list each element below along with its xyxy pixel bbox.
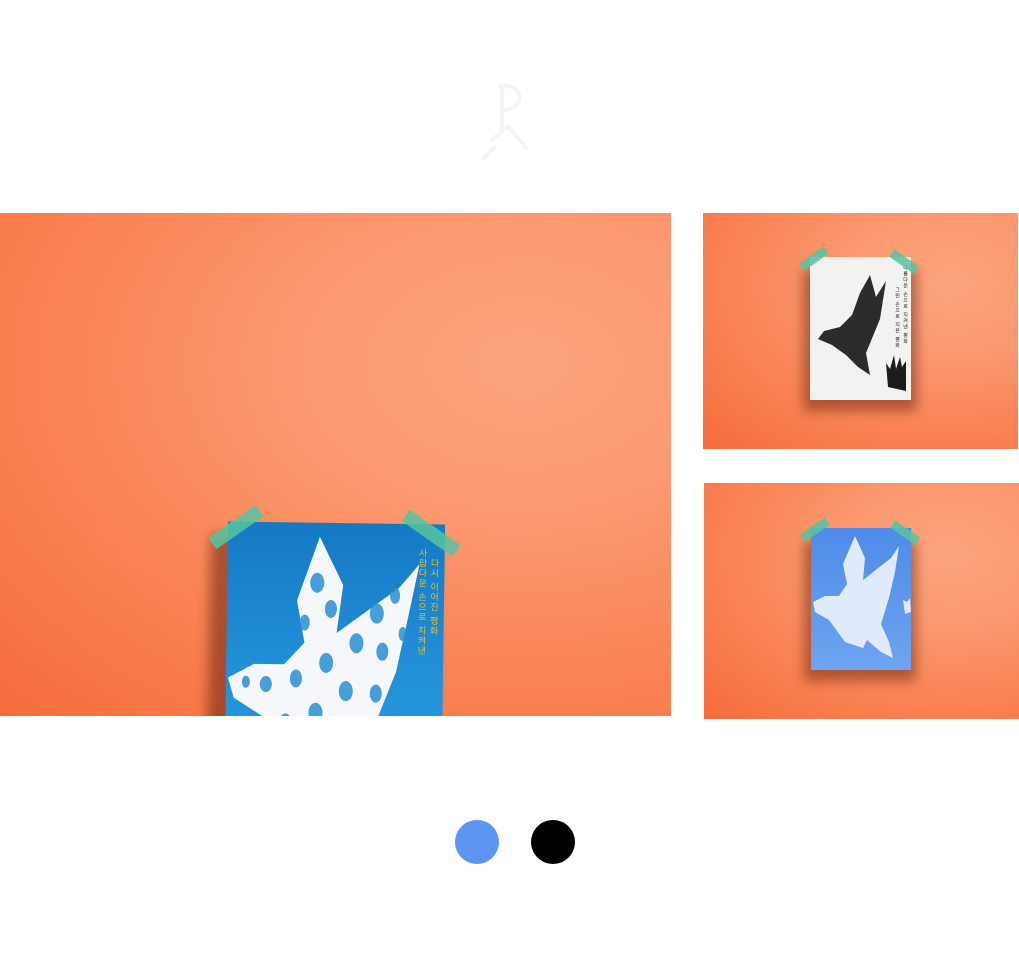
poster-caption-line-2: 그린 손으로 지은 평화 [894, 287, 900, 349]
thumbnail-light-blue-poster[interactable] [704, 483, 1019, 719]
color-swatch-black[interactable] [531, 820, 575, 864]
dove-handprints-icon [227, 536, 420, 716]
light-blue-poster [811, 528, 911, 670]
blue-poster: 사람다운 손으로 지켜낸 다시 이어진 평화 [223, 521, 446, 716]
thumbnail-white-poster[interactable]: 아름다운 손으로 지켜낸 평화 그린 손으로 지은 평화 [703, 213, 1018, 449]
color-swatch-blue[interactable] [455, 820, 499, 864]
poster-caption-line-1: 아름다운 손으로 지켜낸 평화 [902, 265, 908, 345]
dove-handprints-icon [813, 536, 911, 658]
pin-logo-icon[interactable] [478, 78, 542, 168]
poster-caption-line-2: 다시 이어진 평화 [427, 558, 439, 637]
main-mockup-image[interactable]: 사람다운 손으로 지켜낸 다시 이어진 평화 [0, 213, 671, 716]
white-poster: 아름다운 손으로 지켜낸 평화 그린 손으로 지은 평화 [810, 257, 911, 400]
